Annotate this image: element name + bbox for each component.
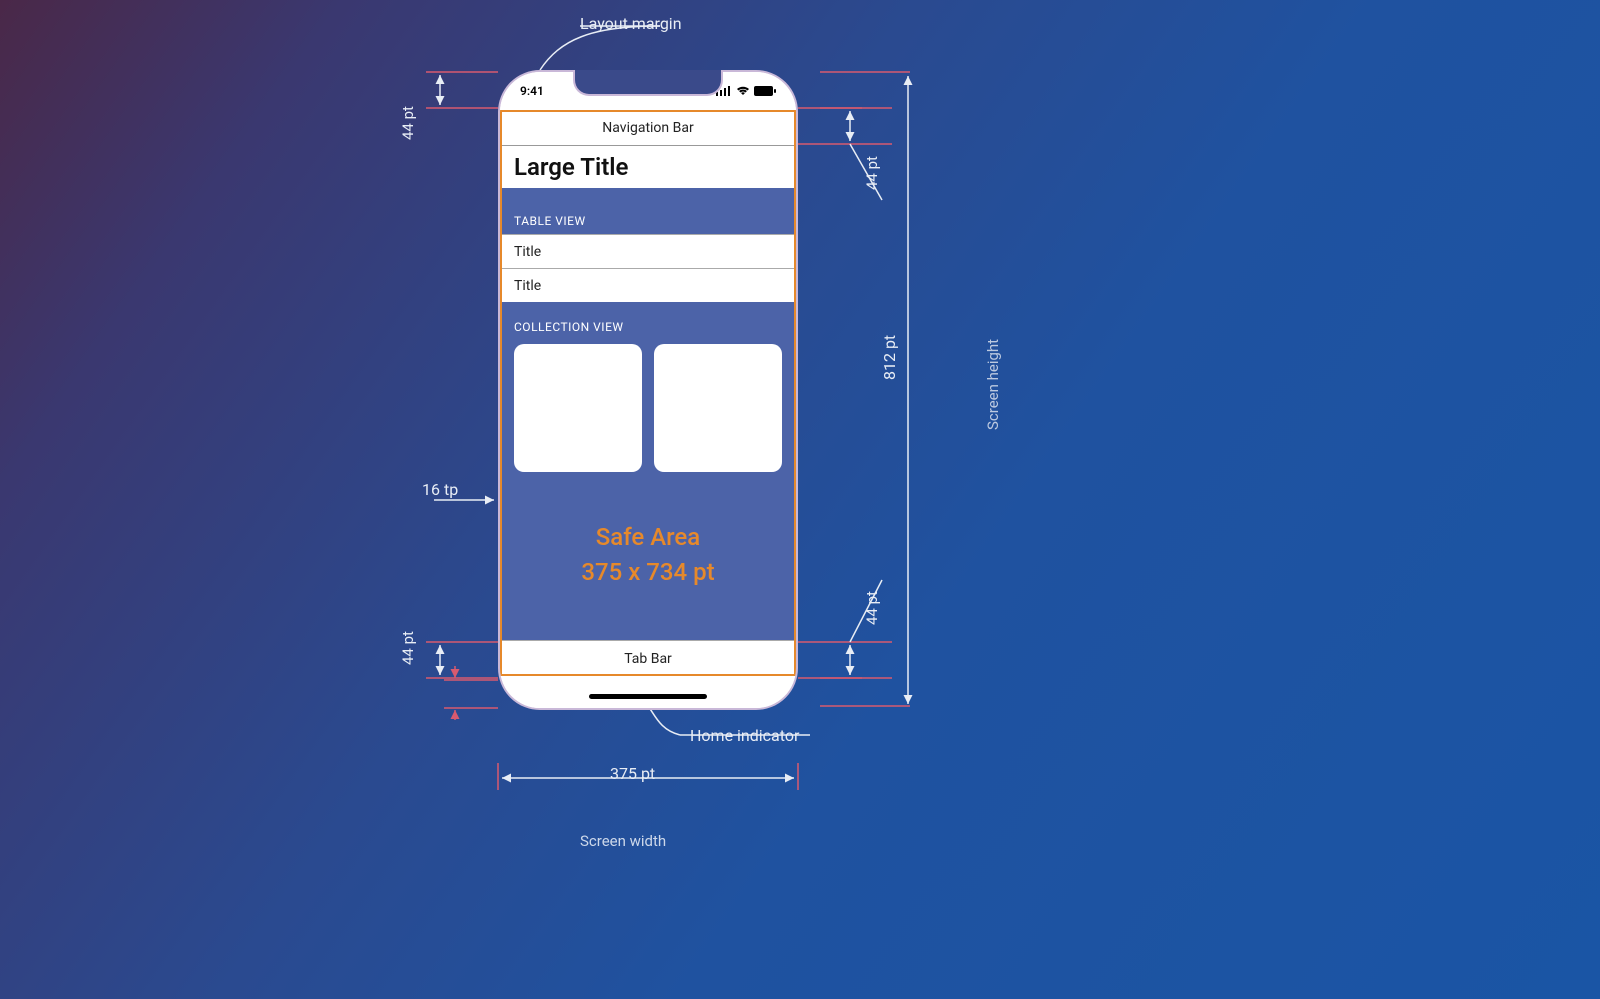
table-row: Title [500,234,796,268]
collection-view-header: COLLECTION VIEW [500,316,796,340]
home-indicator-bar [589,694,707,699]
diagram-stage: Layout margin Home indicator 375 pt Scre… [0,0,1600,999]
phone-screen: 9:41 Navigation Bar Large Title TABLE VI… [500,72,796,708]
safe-area-dims: 375 x 734 pt [500,555,796,590]
navigation-bar: Navigation Bar [500,110,796,146]
label-tabbar-44pt-right: 44 pt [863,591,881,625]
label-screen-width: Screen width [580,832,666,850]
status-time: 9:41 [520,84,544,98]
status-icons [716,86,776,96]
large-title: Large Title [500,146,796,188]
safe-area-content: Navigation Bar Large Title TABLE VIEW Ti… [500,110,796,676]
table-row: Title [500,268,796,302]
collection-cell [514,344,642,472]
table-view-header: TABLE VIEW [500,210,796,234]
label-16tp: 16 tp [422,480,458,499]
label-375pt: 375 pt [610,764,655,783]
collection-row [500,340,796,472]
battery-icon [754,86,776,96]
safe-area-label: Safe Area 375 x 734 pt [500,520,796,590]
collection-cell [654,344,782,472]
safe-area-title: Safe Area [500,520,796,555]
dimension-overlay [0,0,1600,999]
label-navbar-44pt: 44 pt [863,156,881,190]
label-812pt: 812 pt [880,335,899,380]
phone-frame: 9:41 Navigation Bar Large Title TABLE VI… [498,70,798,710]
label-home-indicator: Home indicator [690,726,799,745]
label-statusbar-44pt: 44 pt [399,106,417,140]
label-tabbar-44pt-left: 44 pt [399,631,417,665]
tab-bar: Tab Bar [500,640,796,676]
notch [573,70,723,96]
home-indicator-area [500,676,796,708]
wifi-icon [736,86,750,96]
label-layout-margin: Layout margin [580,14,682,33]
label-screen-height: Screen height [984,339,1002,430]
